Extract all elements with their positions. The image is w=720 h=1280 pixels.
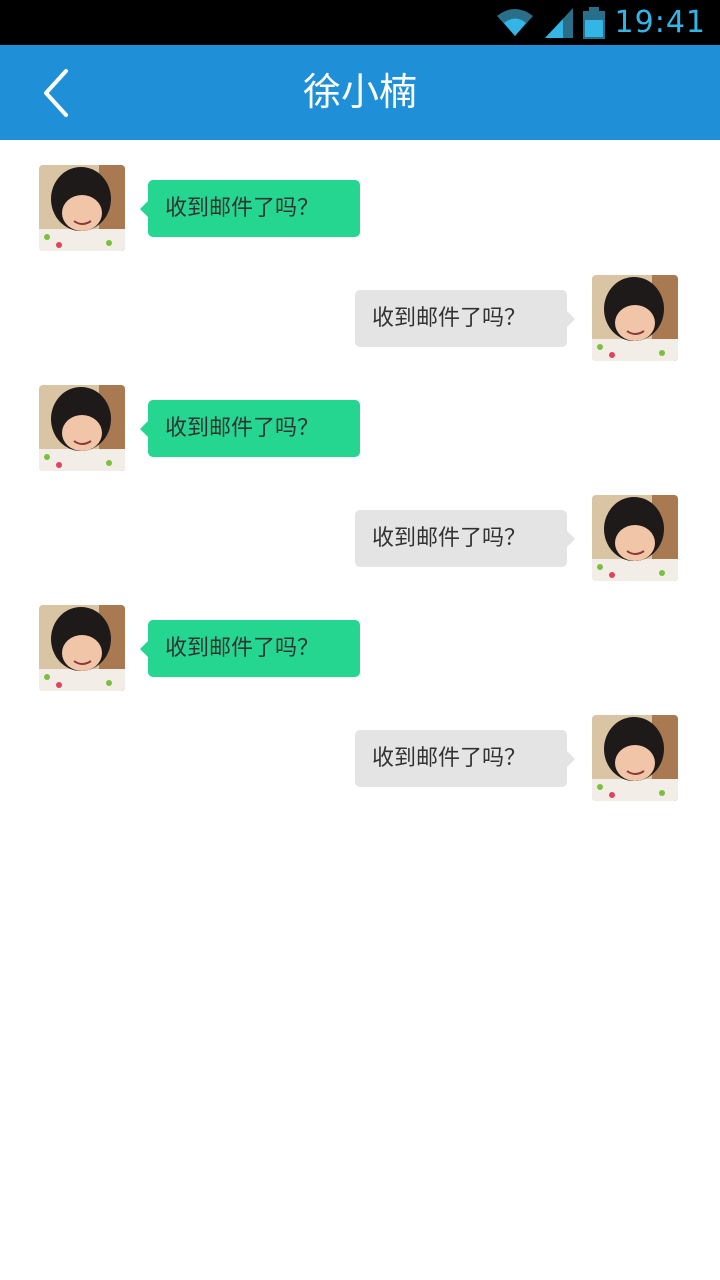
avatar[interactable] — [39, 385, 125, 471]
avatar[interactable] — [592, 275, 678, 361]
page-title: 徐小楠 — [302, 70, 417, 114]
message-list[interactable]: 收到邮件了吗？ 收到邮件了吗？ 收到邮件了吗？ 收到邮件了吗？ 收到邮件了吗？ … — [0, 140, 720, 1280]
status-icons: 19:41 — [495, 0, 706, 45]
message-bubble-outgoing[interactable]: 收到邮件了吗？ — [355, 290, 575, 347]
title-bar: 徐小楠 — [0, 45, 720, 140]
status-bar: 19:41 — [0, 0, 720, 45]
message-row-outgoing: 收到邮件了吗？ — [0, 715, 720, 805]
message-row-outgoing: 收到邮件了吗？ — [0, 495, 720, 585]
status-time: 19:41 — [614, 5, 706, 40]
message-row-incoming: 收到邮件了吗？ — [0, 165, 720, 255]
message-row-incoming: 收到邮件了吗？ — [0, 385, 720, 475]
avatar[interactable] — [592, 715, 678, 801]
avatar[interactable] — [39, 605, 125, 691]
message-bubble-outgoing[interactable]: 收到邮件了吗？ — [355, 730, 575, 787]
signal-icon — [544, 7, 573, 38]
message-row-incoming: 收到邮件了吗？ — [0, 605, 720, 695]
message-bubble-outgoing[interactable]: 收到邮件了吗？ — [355, 510, 575, 567]
message-row-outgoing: 收到邮件了吗？ — [0, 275, 720, 365]
message-bubble-incoming[interactable]: 收到邮件了吗？ — [140, 400, 360, 457]
wifi-icon — [496, 8, 533, 36]
avatar[interactable] — [592, 495, 678, 581]
message-bubble-incoming[interactable]: 收到邮件了吗？ — [140, 620, 360, 677]
avatar[interactable] — [39, 165, 125, 251]
message-bubble-incoming[interactable]: 收到邮件了吗？ — [140, 180, 360, 237]
battery-icon — [582, 6, 605, 39]
